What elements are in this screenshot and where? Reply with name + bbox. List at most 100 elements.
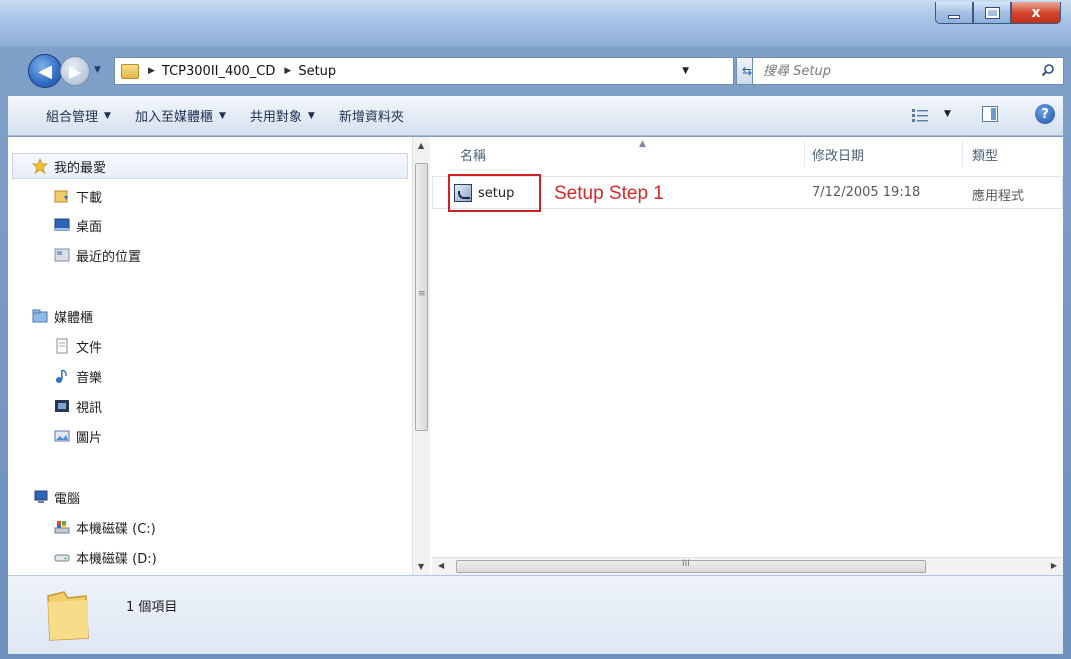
file-modified-date: 7/12/2005 19:18 (812, 185, 921, 200)
download-folder-icon (54, 190, 68, 203)
chevron-down-icon: ▼ (307, 110, 315, 121)
view-dropdown-icon[interactable]: ▼ (944, 109, 951, 119)
column-header-name[interactable]: 名稱 (460, 137, 486, 171)
desktop-icon (54, 218, 70, 231)
setup-app-icon (454, 184, 472, 202)
search-icon[interactable] (1041, 63, 1055, 77)
preview-pane-button[interactable] (982, 106, 998, 122)
breadcrumb-separator-icon[interactable]: ▶ (284, 66, 291, 76)
help-button[interactable]: ? (1035, 104, 1055, 124)
back-button[interactable]: ◀ (28, 54, 62, 88)
close-button[interactable]: x (1011, 2, 1061, 24)
nav-drive-d-label: 本機磁碟 (D:) (76, 551, 157, 567)
folder-icon (121, 63, 139, 79)
navigation-scrollbar[interactable]: ▲ ≡ ▼ (412, 137, 430, 575)
nav-favorites-label: 我的最愛 (54, 160, 107, 176)
nav-desktop-label: 桌面 (76, 219, 103, 235)
change-view-icon[interactable] (912, 108, 928, 122)
nav-videos-label: 視訊 (76, 400, 103, 416)
address-dropdown-icon[interactable]: ▼ (682, 66, 689, 76)
sort-ascending-icon: ▲ (639, 139, 646, 149)
add-to-library-label: 加入至媒體櫃 (134, 110, 213, 125)
nav-downloads[interactable]: 下載 (54, 186, 102, 206)
column-divider[interactable] (962, 141, 963, 167)
new-folder-label: 新增資料夾 (338, 110, 404, 125)
system-drive-icon (54, 521, 70, 534)
chevron-down-icon: ▼ (218, 110, 226, 121)
nav-recent-places[interactable]: 最近的位置 (54, 245, 141, 265)
computer-icon (34, 490, 48, 503)
nav-pictures[interactable]: 圖片 (54, 426, 102, 446)
add-to-library-menu[interactable]: 加入至媒體櫃 ▼ (135, 106, 226, 125)
nav-drive-d[interactable]: 本機磁碟 (D:) (54, 547, 157, 567)
scroll-left-icon[interactable]: ◀ (438, 561, 444, 570)
details-pane: 1 個項目 (8, 575, 1063, 654)
forward-arrow-icon: ▶ (68, 61, 82, 81)
scroll-right-icon[interactable]: ▶ (1051, 561, 1057, 570)
scroll-down-icon[interactable]: ▼ (418, 562, 424, 571)
maximize-button[interactable] (973, 2, 1011, 24)
scroll-up-icon[interactable]: ▲ (418, 141, 424, 150)
maximize-icon (984, 6, 1000, 19)
column-type-label: 類型 (972, 148, 999, 164)
organize-menu[interactable]: 組合管理 ▼ (46, 106, 111, 125)
libraries-icon (32, 309, 48, 323)
pictures-icon (54, 430, 70, 442)
window-frame: x ◀ ▶ ▼ ▶ TCP300II_400_CD ▶ Setup ▼ ⇆ 組合… (0, 0, 1071, 659)
navigation-pane: 我的最愛 下載 桌面 最近的位置 媒體櫃 文件 音樂 視訊 圖片 電腦 本機磁碟… (8, 137, 412, 575)
back-arrow-icon: ◀ (38, 60, 52, 82)
scrollbar-grip-icon: III (682, 559, 690, 569)
caption-buttons: x (935, 2, 1061, 26)
nav-music-label: 音樂 (76, 370, 103, 386)
breadcrumb-item[interactable]: TCP300II_400_CD (162, 64, 275, 79)
main-content: 我的最愛 下載 桌面 最近的位置 媒體櫃 文件 音樂 視訊 圖片 電腦 本機磁碟… (8, 137, 1063, 575)
nav-recent-places-label: 最近的位置 (76, 249, 142, 265)
refresh-icon: ⇆ (741, 64, 753, 78)
column-divider[interactable] (804, 141, 805, 167)
nav-libraries[interactable]: 媒體櫃 (32, 306, 93, 326)
nav-desktop[interactable]: 桌面 (54, 215, 102, 235)
forward-button[interactable]: ▶ (60, 56, 90, 86)
address-row: ◀ ▶ ▼ ▶ TCP300II_400_CD ▶ Setup ▼ ⇆ (0, 50, 1071, 90)
nav-music[interactable]: 音樂 (54, 366, 102, 386)
nav-videos[interactable]: 視訊 (54, 396, 102, 416)
column-header-date[interactable]: 修改日期 (812, 137, 864, 171)
file-type: 應用程式 (972, 189, 1025, 204)
file-list: 名稱 ▲ 修改日期 類型 setup Setup Step 1 7/12/200… (432, 137, 1063, 575)
title-bar: x (0, 0, 1071, 46)
recent-pages-dropdown-icon[interactable]: ▼ (94, 65, 101, 75)
share-with-menu[interactable]: 共用對象 ▼ (250, 106, 315, 125)
nav-computer[interactable]: 電腦 (32, 487, 80, 507)
close-icon: x (1031, 4, 1041, 21)
organize-label: 組合管理 (46, 110, 99, 125)
nav-downloads-label: 下載 (76, 190, 103, 206)
file-name: setup (478, 185, 515, 201)
minimize-icon (948, 14, 960, 19)
minimize-button[interactable] (935, 2, 973, 24)
nav-documents[interactable]: 文件 (54, 336, 102, 356)
share-with-label: 共用對象 (249, 110, 302, 125)
scrollbar-grip-icon: ≡ (418, 289, 426, 299)
folder-icon (47, 591, 89, 641)
documents-icon (56, 338, 68, 354)
command-bar: 組合管理 ▼ 加入至媒體櫃 ▼ 共用對象 ▼ 新增資料夾 ▼ ? (8, 96, 1063, 136)
recent-places-icon (54, 248, 70, 262)
breadcrumb-separator-icon[interactable]: ▶ (148, 66, 155, 76)
scrollbar-thumb[interactable] (456, 560, 926, 573)
address-bar[interactable]: ▶ TCP300II_400_CD ▶ Setup ▼ (114, 57, 734, 85)
nav-computer-label: 電腦 (54, 491, 81, 507)
horizontal-scrollbar[interactable]: ◀ III ▶ (432, 557, 1063, 575)
search-input[interactable] (763, 63, 1033, 79)
file-name-highlight[interactable]: setup (448, 174, 541, 212)
breadcrumb-item[interactable]: Setup (298, 64, 336, 79)
nav-drive-c-label: 本機磁碟 (C:) (76, 521, 156, 537)
search-box (752, 57, 1064, 85)
nav-libraries-label: 媒體櫃 (54, 310, 94, 326)
column-header-type[interactable]: 類型 (972, 137, 998, 171)
help-icon: ? (1041, 106, 1049, 122)
new-folder-button[interactable]: 新增資料夾 (339, 106, 404, 125)
chevron-down-icon: ▼ (104, 110, 111, 121)
nav-favorites[interactable]: 我的最愛 (32, 156, 106, 176)
nav-drive-c[interactable]: 本機磁碟 (C:) (54, 517, 156, 537)
music-icon (56, 369, 67, 383)
